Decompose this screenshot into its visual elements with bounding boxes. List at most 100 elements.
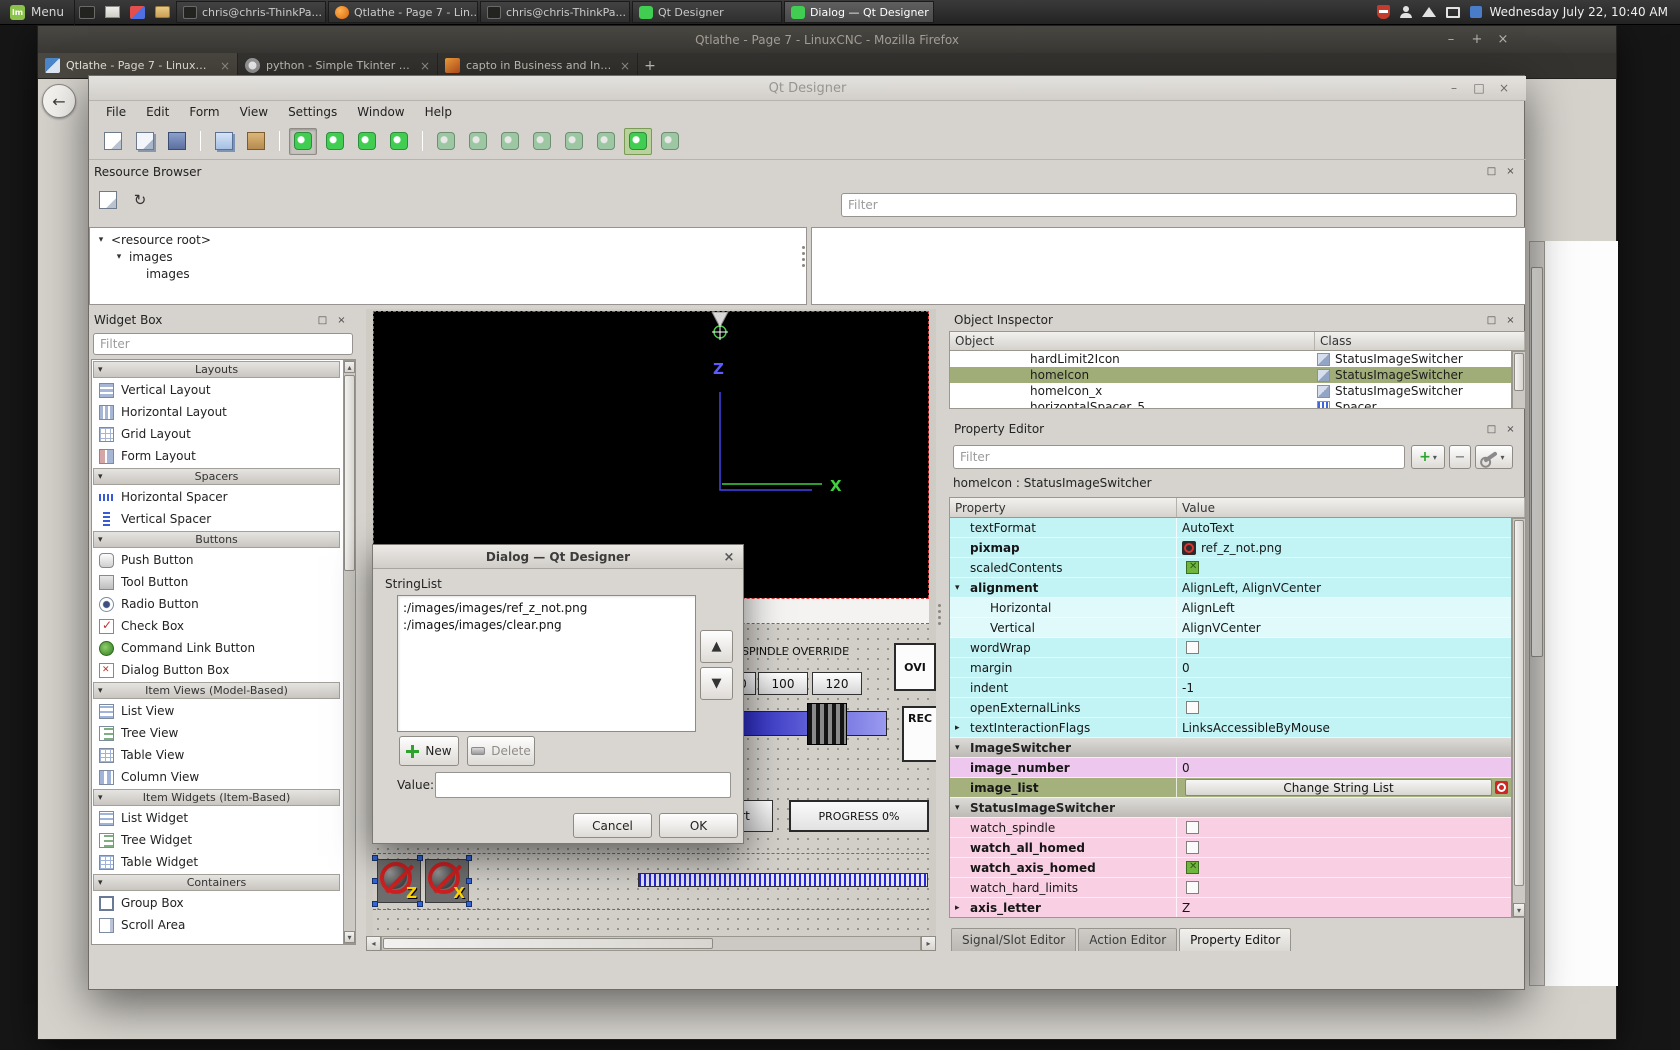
scroll-down-icon[interactable]: ▾ (344, 931, 355, 943)
checkbox[interactable] (1186, 561, 1199, 574)
taskbar-item-dialog[interactable]: Dialog — Qt Designer (784, 1, 934, 23)
checkbox[interactable] (1186, 821, 1199, 834)
property-row-openexternallinks[interactable]: openExternalLinks (950, 698, 1511, 718)
widget-group-box[interactable]: Group Box (92, 892, 341, 914)
chevron-down-icon[interactable]: ▾ (955, 583, 960, 593)
edit-resources-button[interactable] (95, 187, 121, 213)
edit-buddies-button[interactable] (353, 128, 381, 155)
tab-property-editor[interactable]: Property Editor (1179, 928, 1291, 951)
qt-designer-titlebar[interactable]: Qt Designer – □ × (89, 76, 1526, 101)
widget-tree-widget[interactable]: Tree Widget (92, 829, 341, 851)
layout-vertical-button[interactable] (464, 128, 492, 155)
taskbar-item-qt-designer[interactable]: Qt Designer (632, 1, 782, 23)
list-item[interactable]: :/images/images/ref_z_not.png (398, 599, 695, 616)
editor-launcher[interactable] (125, 0, 150, 25)
property-group-imageswitcher[interactable]: ▾ImageSwitcher (950, 738, 1511, 758)
property-row-watch-axis-homed[interactable]: watch_axis_homed (950, 858, 1511, 878)
property-value[interactable]: Z (1177, 898, 1511, 917)
clipped-rec-box[interactable]: REC (902, 706, 936, 762)
selection-handle[interactable] (466, 855, 472, 861)
clipped-override-box[interactable]: OVI (894, 643, 936, 691)
property-value[interactable]: ref_z_not.png (1177, 538, 1511, 557)
widget-form-layout[interactable]: Form Layout (92, 445, 341, 467)
ok-button[interactable]: OK (659, 813, 738, 838)
override-100-button[interactable]: 100 (758, 672, 808, 695)
string-list[interactable]: :/images/images/ref_z_not.png :/images/i… (397, 595, 696, 732)
property-row-axis-letter[interactable]: ▸axis_letter Z (950, 898, 1511, 918)
menu-view[interactable]: View (231, 102, 277, 122)
float-dock-icon[interactable]: □ (1484, 164, 1499, 179)
layout-form-button[interactable] (592, 128, 620, 155)
widget-horizontal-spacer[interactable]: Horizontal Spacer (92, 486, 341, 508)
adjust-size-button[interactable] (656, 128, 684, 155)
checkbox[interactable] (1186, 701, 1199, 714)
category-spacers[interactable]: ▾Spacers (93, 468, 340, 485)
float-dock-icon[interactable]: □ (1484, 422, 1499, 437)
float-dock-icon[interactable]: □ (1484, 313, 1499, 328)
widget-table-widget[interactable]: Table Widget (92, 851, 341, 873)
property-group-statusimageswitcher[interactable]: ▾StatusImageSwitcher (950, 798, 1511, 818)
property-row-textinteractionflags[interactable]: ▸textInteractionFlags LinksAccessibleByM… (950, 718, 1511, 738)
move-down-button[interactable]: ▼ (700, 667, 733, 700)
property-value[interactable] (1177, 858, 1511, 877)
property-row-alignment[interactable]: ▾alignment AlignLeft, AlignVCenter (950, 578, 1511, 598)
property-value[interactable] (1177, 638, 1511, 657)
widget-command-link-button[interactable]: Command Link Button (92, 637, 341, 659)
property-row-watch-hard-limits[interactable]: watch_hard_limits (950, 878, 1511, 898)
list-item[interactable]: :/images/images/clear.png (398, 616, 695, 633)
property-row-pixmap[interactable]: pixmap ref_z_not.png (950, 538, 1511, 558)
property-value[interactable]: AutoText (1177, 518, 1511, 537)
property-filter-input[interactable] (953, 445, 1405, 469)
splitter-handle[interactable] (802, 246, 805, 267)
layout-grid-button[interactable] (560, 128, 588, 155)
tab-close-icon[interactable]: × (220, 59, 230, 73)
object-row-hardlimit2icon[interactable]: hardLimit2Icon StatusImageSwitcher (950, 351, 1511, 367)
new-button[interactable]: New (399, 736, 459, 766)
change-string-list-button[interactable]: Change String List (1185, 779, 1492, 796)
layout-horizontal-button[interactable] (432, 128, 460, 155)
splitter-handle[interactable] (938, 604, 941, 625)
property-value[interactable]: AlignVCenter (1177, 618, 1511, 637)
edit-widgets-button[interactable] (289, 128, 317, 155)
widget-tree-view[interactable]: Tree View (92, 722, 341, 744)
category-containers[interactable]: ▾Containers (93, 874, 340, 891)
property-row-watch-all-homed[interactable]: watch_all_homed (950, 838, 1511, 858)
menu-button[interactable]: lm Menu (0, 0, 75, 25)
display-icon[interactable] (1446, 7, 1460, 18)
home-z-status-icon[interactable]: Z (377, 859, 421, 903)
property-value[interactable] (1177, 838, 1511, 857)
object-inspector-scrollbar[interactable] (1512, 351, 1526, 409)
menu-form[interactable]: Form (180, 102, 228, 122)
firefox-titlebar[interactable]: Qtlathe - Page 7 - LinuxCNC - Mozilla Fi… (38, 26, 1616, 53)
selection-handle[interactable] (372, 901, 378, 907)
tab-close-icon[interactable]: × (620, 59, 630, 73)
property-row-watch-spindle[interactable]: watch_spindle (950, 818, 1511, 838)
property-value[interactable]: AlignLeft (1177, 598, 1511, 617)
chevron-right-icon[interactable]: ▸ (955, 903, 960, 913)
object-row-homeicon-x[interactable]: homeIcon_x StatusImageSwitcher (950, 383, 1511, 399)
taskbar-item-terminal-1[interactable]: chris@chris-ThinkPa... (176, 1, 326, 23)
tab-signal-slot-editor[interactable]: Signal/Slot Editor (951, 928, 1076, 951)
chevron-right-icon[interactable]: ▸ (955, 723, 960, 733)
value-input[interactable] (435, 772, 731, 798)
striped-progress-widget[interactable] (638, 873, 928, 887)
wifi-icon[interactable] (1422, 7, 1436, 17)
category-item-widgets[interactable]: ▾Item Widgets (Item-Based) (93, 789, 340, 806)
property-value[interactable]: -1 (1177, 678, 1511, 697)
tab-action-editor[interactable]: Action Editor (1078, 928, 1177, 951)
property-value[interactable]: LinksAccessibleByMouse (1177, 718, 1511, 737)
category-item-views[interactable]: ▾Item Views (Model-Based) (93, 682, 340, 699)
scrollbar-thumb[interactable] (1514, 520, 1524, 886)
scrollbar-thumb[interactable] (1514, 353, 1524, 391)
override-120-button[interactable]: 120 (812, 672, 862, 695)
widget-box-filter-input[interactable] (93, 333, 353, 355)
checkbox[interactable] (1186, 861, 1199, 874)
property-row-alignment-vertical[interactable]: Vertical AlignVCenter (950, 618, 1511, 638)
property-row-image-number[interactable]: image_number 0 (950, 758, 1511, 778)
property-value[interactable] (1177, 698, 1511, 717)
close-dock-icon[interactable]: × (334, 313, 349, 328)
folder-launcher[interactable] (150, 0, 175, 25)
clock[interactable]: Wednesday July 22, 10:40 AM (1470, 5, 1668, 19)
widget-box-scrollbar[interactable]: ▴ ▾ (343, 360, 356, 944)
edit-signals-slots-button[interactable] (321, 128, 349, 155)
